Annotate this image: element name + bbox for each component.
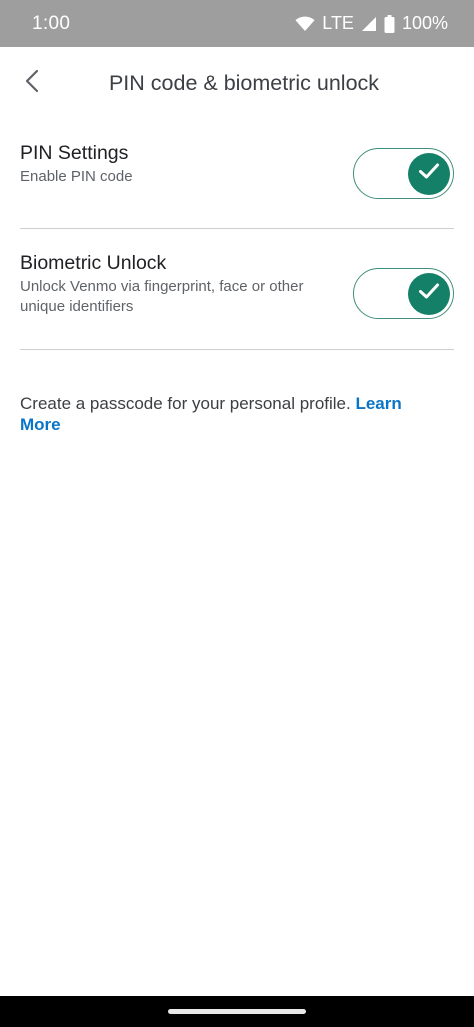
- battery-level: 100%: [401, 13, 448, 33]
- checkmark-icon: [418, 282, 440, 305]
- toggle-knob: [408, 152, 450, 195]
- divider: [20, 349, 454, 350]
- pin-settings-row: PIN Settings Enable PIN code: [20, 140, 454, 229]
- passcode-info-text: Create a passcode for your personal prof…: [20, 394, 356, 413]
- header: PIN code & biometric unlock: [0, 47, 474, 121]
- cell-signal-icon: [361, 16, 377, 32]
- wifi-icon: [295, 16, 315, 32]
- status-icons: LTE 100%: [295, 13, 448, 34]
- checkmark-icon: [418, 162, 440, 185]
- pin-settings-toggle[interactable]: [353, 148, 454, 199]
- pin-settings-subtitle: Enable PIN code: [20, 168, 133, 185]
- battery-icon: [384, 14, 395, 33]
- biometric-unlock-toggle[interactable]: [353, 268, 454, 319]
- navigation-bar: [0, 996, 474, 1027]
- page-title: PIN code & biometric unlock: [108, 71, 380, 95]
- status-time: 1:00: [32, 12, 71, 34]
- divider: [20, 228, 454, 229]
- biometric-unlock-subtitle: Unlock Venmo via fingerprint, face or ot…: [20, 278, 304, 315]
- status-bar: 1:00 LTE 100%: [0, 0, 474, 47]
- screen: 1:00 LTE 100% PIN code & biometric unloc…: [0, 0, 474, 1027]
- network-type: LTE: [322, 13, 354, 33]
- toggle-knob: [408, 272, 450, 315]
- biometric-unlock-row: Biometric Unlock Unlock Venmo via finger…: [20, 250, 454, 350]
- passcode-info: Create a passcode for your personal prof…: [20, 393, 440, 435]
- home-handle[interactable]: [168, 1009, 306, 1014]
